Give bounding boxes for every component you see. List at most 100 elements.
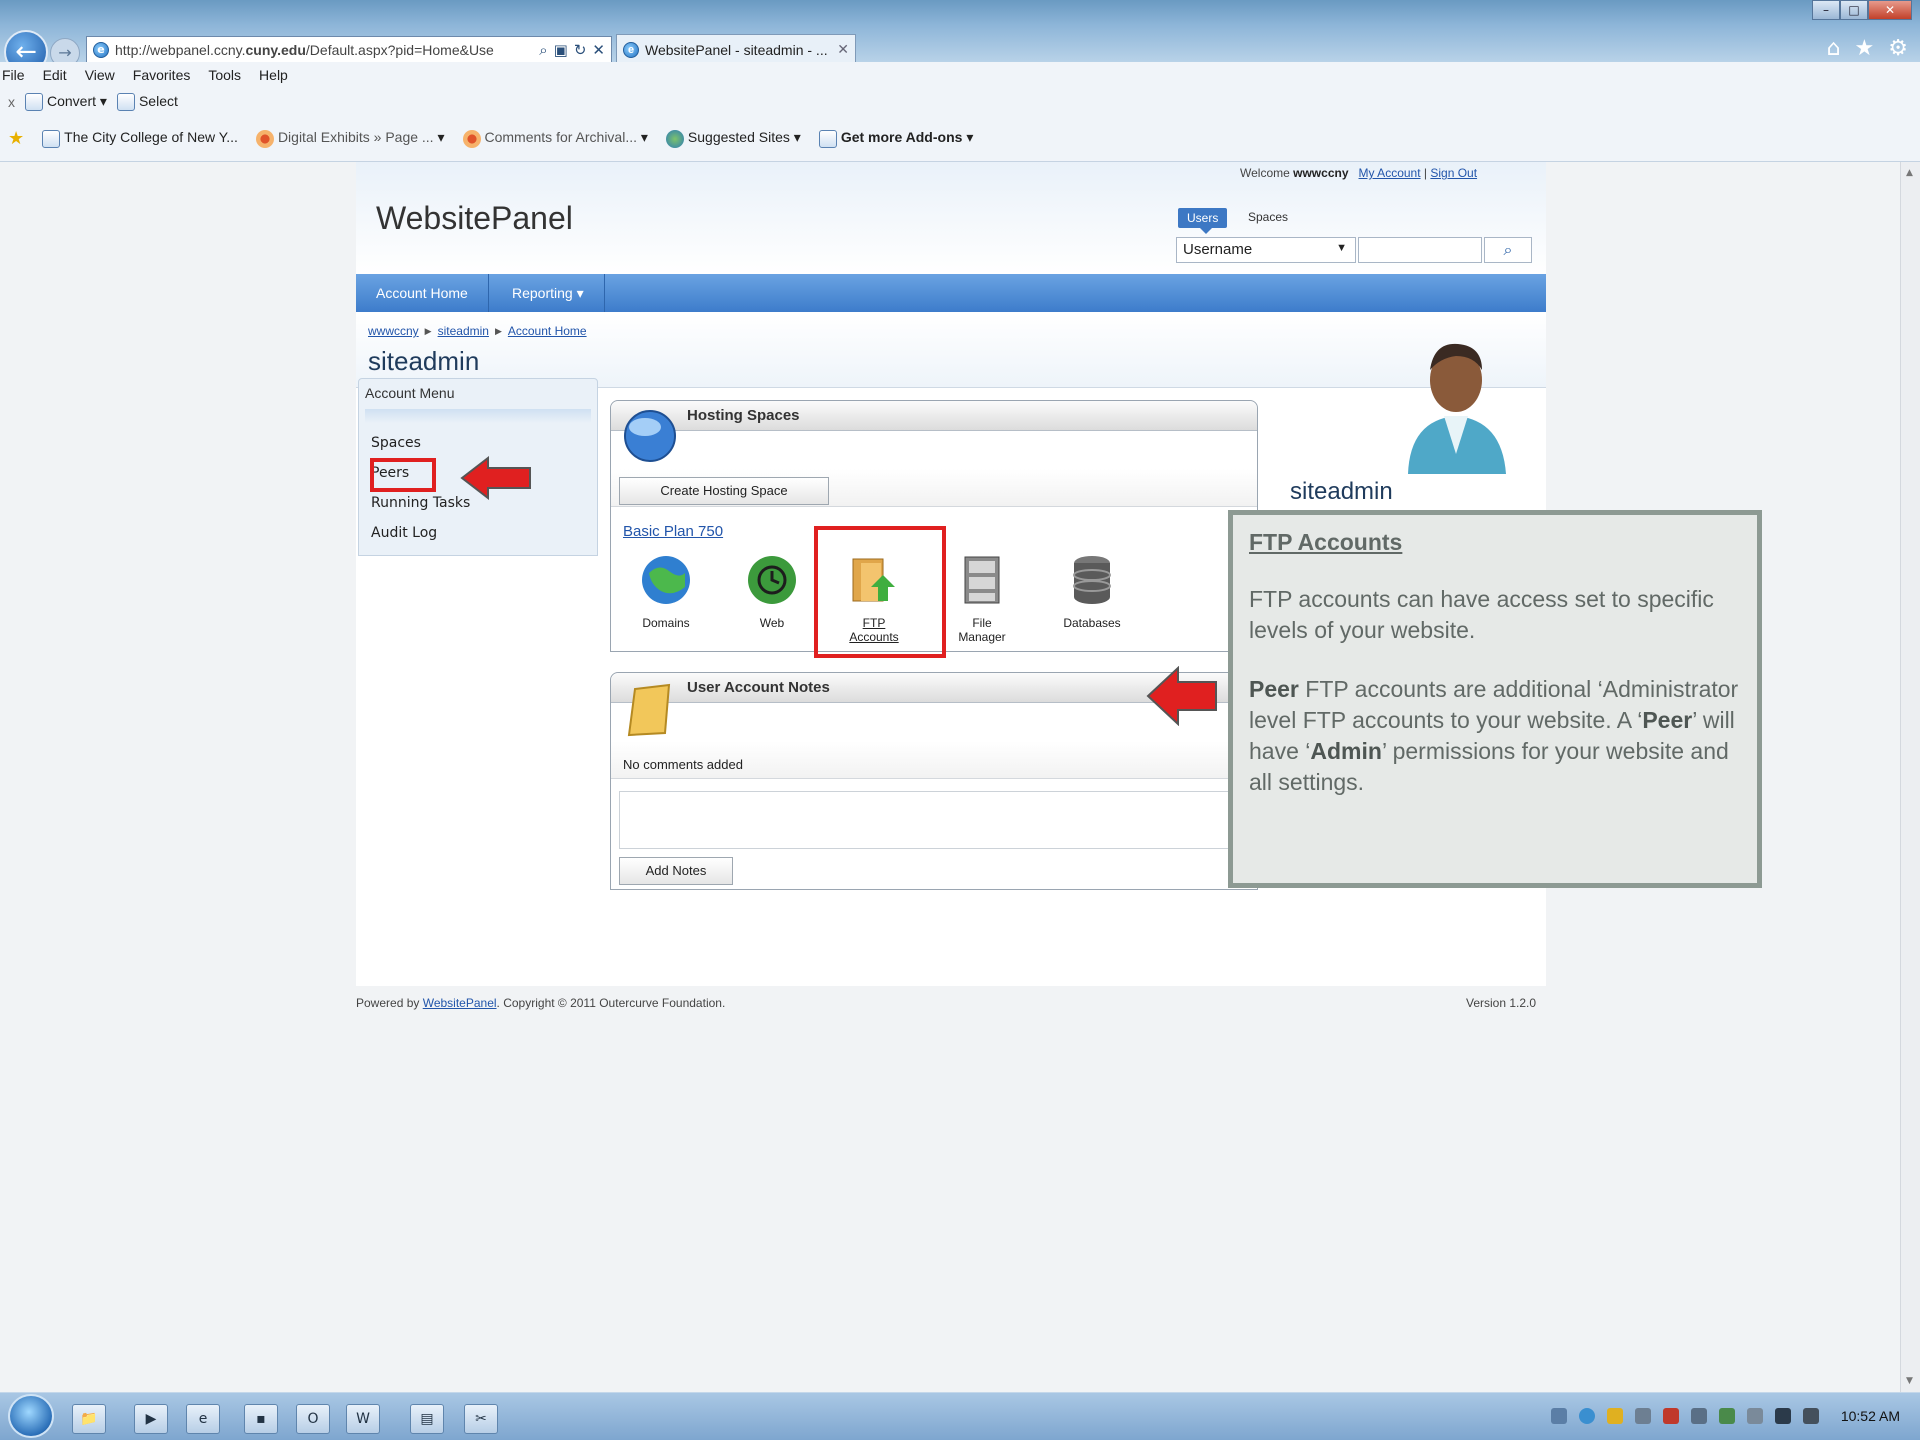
service-file-manager[interactable]: File Manager (947, 553, 1017, 644)
tray-app-icon[interactable] (1550, 1408, 1567, 1424)
address-url: http://webpanel.ccny.cuny.edu/Default.as… (115, 42, 494, 58)
volume-icon[interactable] (1774, 1408, 1791, 1424)
page-icon (42, 129, 61, 148)
close-tab-icon[interactable]: ✕ (837, 41, 849, 58)
breadcrumb-account-home[interactable]: Account Home (508, 324, 587, 338)
create-hosting-space-button[interactable]: Create Hosting Space (619, 477, 829, 505)
service-domains[interactable]: Domains (631, 553, 701, 630)
vertical-scrollbar[interactable]: ▲ ▼ (1900, 162, 1920, 1392)
tray-search-icon[interactable] (1578, 1408, 1595, 1424)
fav-ccny[interactable]: The City College of New Y... (42, 129, 238, 148)
fav-get-addons[interactable]: Get more Add-ons ▾ (818, 129, 973, 148)
page-icon (818, 129, 837, 148)
stop-icon[interactable]: ✕ (592, 41, 605, 59)
search-icon: ⌕ (1503, 240, 1513, 259)
service-web[interactable]: Web (737, 553, 807, 630)
tray-flag-icon[interactable] (1634, 1408, 1651, 1424)
cmd-taskbar-icon[interactable]: ▪ (244, 1404, 278, 1434)
refresh-icon[interactable]: ↻ (574, 41, 587, 59)
tray-network-icon[interactable] (1718, 1408, 1735, 1424)
start-button[interactable] (8, 1394, 54, 1438)
tray-display-icon[interactable] (1690, 1408, 1707, 1424)
menu-item-spaces[interactable]: Spaces (371, 435, 421, 451)
breadcrumb-wwwccny[interactable]: wwwccny (368, 324, 419, 338)
footer-copyright: Powered by WebsitePanel. Copyright © 201… (356, 996, 726, 1010)
arrow-left-icon (460, 456, 531, 500)
address-bar[interactable]: e http://webpanel.ccny.cuny.edu/Default.… (86, 36, 612, 64)
callout-title: FTP Accounts (1249, 529, 1403, 555)
menu-item-audit-log[interactable]: Audit Log (371, 525, 437, 541)
feed-icon (462, 129, 481, 148)
menu-file[interactable]: File (2, 67, 25, 83)
gear-icon[interactable]: ⚙ (1888, 36, 1908, 61)
search-input[interactable] (1358, 237, 1482, 263)
menu-help[interactable]: Help (259, 67, 288, 83)
convert-toolbar: x Convert ▾ Select (0, 88, 1920, 116)
menu-bar: File Edit View Favorites Tools Help (0, 62, 1920, 88)
system-tray: 10:52 AM (1520, 1392, 1920, 1440)
tray-alert-icon[interactable] (1662, 1408, 1679, 1424)
menu-edit[interactable]: Edit (43, 67, 67, 83)
explorer-taskbar-icon[interactable]: 📁 (72, 1404, 106, 1434)
ie-taskbar-icon[interactable]: e (186, 1404, 220, 1434)
service-databases[interactable]: Databases (1057, 553, 1127, 630)
browser-tab[interactable]: e WebsitePanel - siteadmin - ... ✕ (616, 34, 856, 64)
site-logo[interactable]: WebsitePanel (376, 200, 573, 237)
search-button[interactable]: ⌕ (1484, 237, 1532, 263)
nav-reporting[interactable]: Reporting ▾ (492, 274, 605, 312)
fav-comments-archival[interactable]: Comments for Archival... ▾ (462, 129, 648, 148)
plan-link[interactable]: Basic Plan 750 (623, 523, 723, 540)
nav-account-home[interactable]: Account Home (356, 274, 489, 312)
sign-out-link[interactable]: Sign Out (1430, 166, 1477, 180)
window-controls: – □ ✕ (1812, 0, 1912, 20)
snipping-taskbar-icon[interactable]: ✂ (464, 1404, 498, 1434)
menu-view[interactable]: View (85, 67, 115, 83)
minimize-button[interactable]: – (1812, 0, 1840, 20)
notepad-taskbar-icon[interactable]: ▤ (410, 1404, 444, 1434)
tutorial-callout: FTP Accounts FTP accounts can have acces… (1228, 510, 1762, 888)
pdf-convert-icon (25, 93, 43, 112)
peers-highlight-box (370, 458, 436, 492)
taskbar-clock[interactable]: 10:52 AM (1841, 1408, 1900, 1424)
tray-power-icon[interactable] (1802, 1408, 1819, 1424)
home-icon[interactable]: ⌂ (1827, 36, 1841, 61)
chevron-down-icon: ▼ (1336, 242, 1347, 254)
arrow-left-icon (1146, 666, 1217, 726)
notes-textarea[interactable] (619, 791, 1255, 849)
compatibility-icon[interactable]: ▣ (554, 41, 568, 59)
web-globe-icon (748, 556, 796, 604)
search-icon[interactable]: ⌕ (539, 41, 547, 59)
favorites-star-add-icon[interactable]: ★ (8, 128, 24, 149)
favorites-star-icon[interactable]: ★ (1855, 36, 1875, 61)
breadcrumb-separator-icon: ▶ (494, 325, 502, 336)
search-tab-spaces[interactable]: Spaces (1248, 210, 1288, 224)
maximize-button[interactable]: □ (1840, 0, 1868, 20)
fav-suggested-sites[interactable]: Suggested Sites ▾ (665, 129, 801, 148)
outlook-taskbar-icon[interactable]: O (296, 1404, 330, 1434)
add-notes-button[interactable]: Add Notes (619, 857, 733, 885)
convert-button[interactable]: Convert ▾ (25, 93, 107, 112)
word-taskbar-icon[interactable]: W (346, 1404, 380, 1434)
menu-tools[interactable]: Tools (208, 67, 241, 83)
fav-digital-exhibits[interactable]: Digital Exhibits » Page ... ▾ (255, 129, 445, 148)
websitepanel-link[interactable]: WebsitePanel (423, 996, 497, 1010)
scroll-up-icon[interactable]: ▲ (1906, 168, 1913, 178)
breadcrumb-siteadmin[interactable]: siteadmin (438, 324, 489, 338)
breadcrumb-separator-icon: ▶ (424, 325, 432, 336)
tray-device-icon[interactable] (1746, 1408, 1763, 1424)
search-field-select[interactable]: Username ▼ (1176, 237, 1356, 263)
menu-favorites[interactable]: Favorites (133, 67, 191, 83)
database-icon (1073, 556, 1111, 604)
search-tab-users[interactable]: Users (1178, 208, 1228, 234)
media-player-taskbar-icon[interactable]: ▶ (134, 1404, 168, 1434)
my-account-link[interactable]: My Account (1359, 166, 1421, 180)
tab-title: WebsitePanel - siteadmin - ... (645, 41, 828, 58)
account-menu-header: Account Menu (365, 385, 455, 401)
menu-item-running-tasks[interactable]: Running Tasks (371, 495, 470, 511)
tray-shield-icon[interactable] (1606, 1408, 1623, 1424)
breadcrumb: wwwccny ▶ siteadmin ▶ Account Home (368, 324, 587, 338)
scroll-down-icon[interactable]: ▼ (1906, 1376, 1913, 1386)
close-toolbar-icon[interactable]: x (8, 94, 15, 110)
select-button[interactable]: Select (116, 93, 178, 112)
close-window-button[interactable]: ✕ (1868, 0, 1912, 20)
